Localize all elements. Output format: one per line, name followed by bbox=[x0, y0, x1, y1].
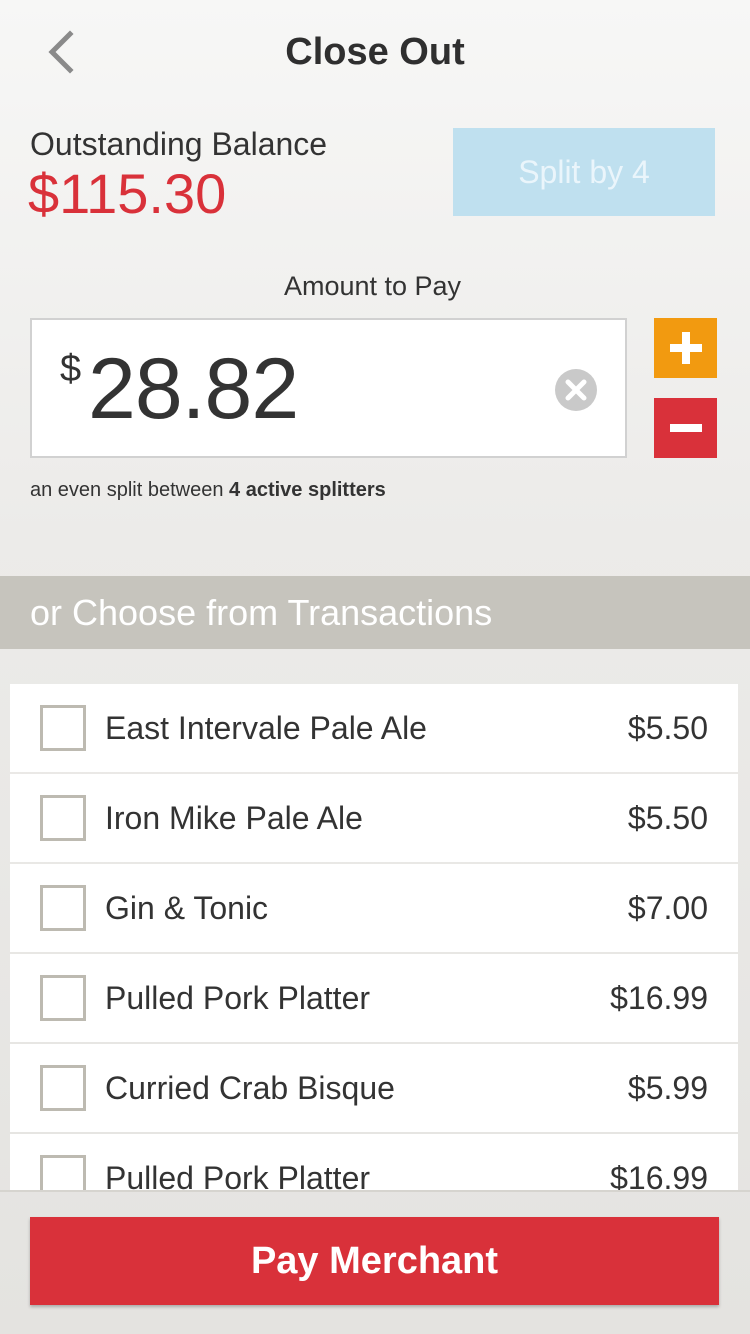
pay-merchant-button[interactable]: Pay Merchant bbox=[30, 1217, 719, 1305]
clear-circle-icon[interactable] bbox=[554, 368, 598, 412]
transaction-checkbox[interactable] bbox=[40, 1065, 86, 1111]
split-hint-text: an even split between bbox=[30, 479, 230, 501]
transaction-checkbox[interactable] bbox=[40, 975, 86, 1021]
page-title: Close Out bbox=[285, 31, 465, 73]
transaction-price: $7.00 bbox=[627, 890, 708, 926]
transaction-checkbox[interactable] bbox=[40, 885, 86, 931]
outstanding-balance-label: Outstanding Balance bbox=[30, 126, 328, 162]
footer-divider bbox=[0, 1190, 750, 1192]
transaction-name: Pulled Pork Platter bbox=[105, 1160, 371, 1190]
amount-value: 28.82 bbox=[88, 341, 299, 437]
amount-to-pay-label: Amount to Pay bbox=[283, 271, 462, 301]
transactions-list: East Intervale Pale Ale $5.50 Iron Mike … bbox=[10, 684, 738, 1190]
transaction-row[interactable]: Pulled Pork Platter $16.99 bbox=[10, 1134, 738, 1190]
transaction-row[interactable]: Iron Mike Pale Ale $5.50 bbox=[10, 774, 738, 862]
header: Close Out bbox=[0, 0, 750, 110]
amount-input[interactable]: $ 28.82 bbox=[30, 318, 627, 458]
transaction-name: Pulled Pork Platter bbox=[105, 980, 371, 1016]
minus-icon bbox=[669, 424, 702, 432]
plus-icon bbox=[669, 332, 702, 364]
transaction-name: Gin & Tonic bbox=[105, 890, 269, 926]
transaction-checkbox[interactable] bbox=[40, 1155, 86, 1190]
transaction-checkbox[interactable] bbox=[40, 705, 86, 751]
transaction-row[interactable]: Pulled Pork Platter $16.99 bbox=[10, 954, 738, 1042]
transaction-checkbox[interactable] bbox=[40, 795, 86, 841]
transaction-name: Curried Crab Bisque bbox=[105, 1070, 395, 1106]
transaction-row[interactable]: East Intervale Pale Ale $5.50 bbox=[10, 684, 738, 772]
currency-symbol: $ bbox=[60, 348, 82, 390]
transaction-price: $5.50 bbox=[627, 710, 708, 746]
transaction-row[interactable]: Curried Crab Bisque $5.99 bbox=[10, 1044, 738, 1132]
split-hint: an even split between 4 active splitters bbox=[30, 476, 386, 504]
transaction-price: $5.99 bbox=[627, 1070, 708, 1106]
transactions-section-header: or Choose from Transactions bbox=[0, 576, 750, 649]
transaction-price: $5.50 bbox=[627, 800, 708, 836]
outstanding-balance-value: $115.30 bbox=[28, 162, 227, 225]
active-splitters-count: 4 active splitters bbox=[229, 479, 386, 501]
transaction-price: $16.99 bbox=[610, 980, 708, 1016]
transaction-row[interactable]: Gin & Tonic $7.00 bbox=[10, 864, 738, 952]
split-by-button[interactable]: Split by 4 bbox=[453, 128, 715, 216]
decrease-amount-button[interactable] bbox=[654, 398, 717, 458]
transaction-name: East Intervale Pale Ale bbox=[105, 710, 427, 746]
transaction-name: Iron Mike Pale Ale bbox=[105, 800, 363, 836]
increase-amount-button[interactable] bbox=[654, 318, 717, 378]
transaction-price: $16.99 bbox=[610, 1160, 708, 1190]
